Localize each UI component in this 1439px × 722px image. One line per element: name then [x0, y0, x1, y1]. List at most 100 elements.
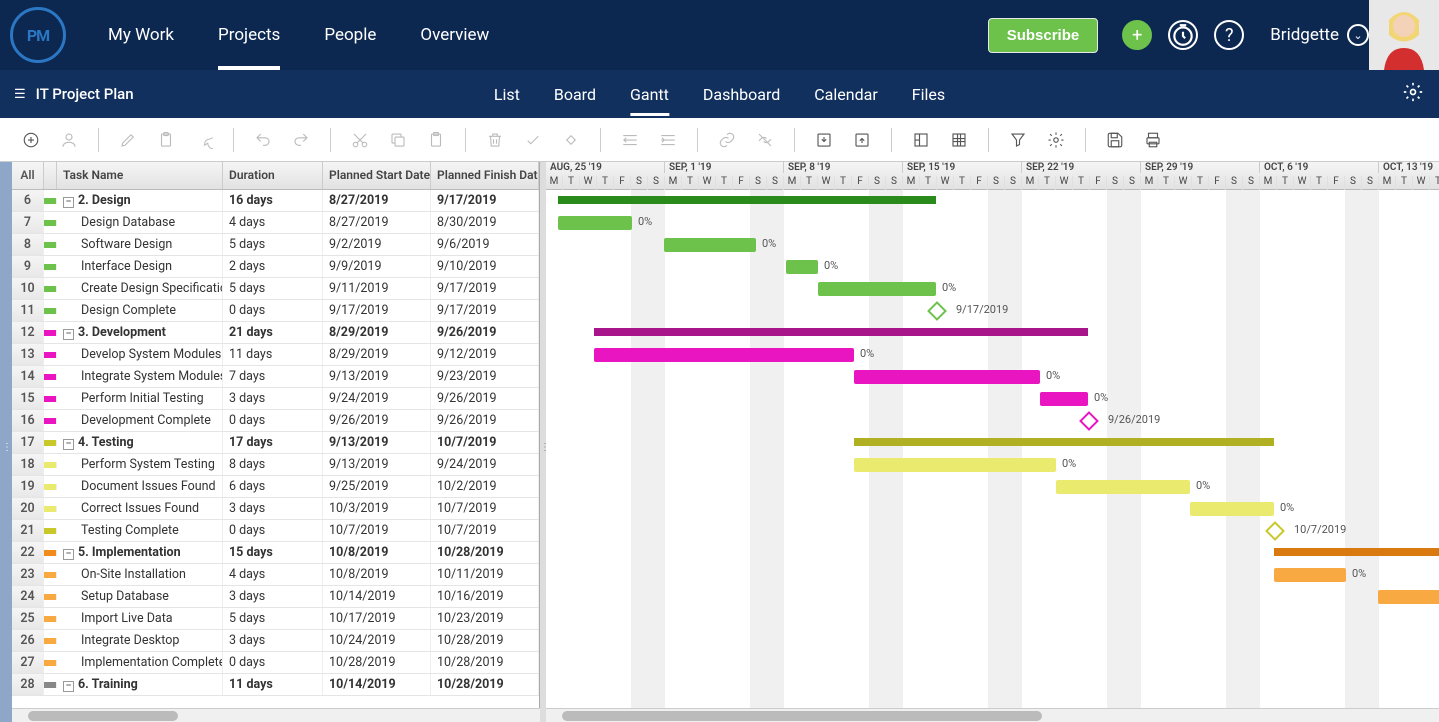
gantt-row[interactable]: 0% — [546, 366, 1439, 388]
redo-icon[interactable] — [288, 127, 314, 153]
print-icon[interactable] — [1140, 127, 1166, 153]
gantt-row[interactable]: 10/7/2019 — [546, 520, 1439, 542]
summary-bar[interactable] — [558, 196, 936, 204]
gantt-row[interactable] — [546, 322, 1439, 344]
gantt-row[interactable]: 9/17/2019 — [546, 300, 1439, 322]
copy-icon[interactable] — [385, 127, 411, 153]
gantt-row[interactable] — [546, 630, 1439, 652]
table-row[interactable]: 26Integrate Desktop3 days10/24/201910/28… — [12, 630, 539, 652]
task-bar[interactable] — [1378, 590, 1439, 604]
collapse-icon[interactable]: – — [63, 197, 74, 208]
gantt-row[interactable]: 0% — [546, 498, 1439, 520]
summary-bar[interactable] — [594, 328, 1088, 336]
settings-icon[interactable] — [1403, 82, 1423, 106]
user-menu[interactable]: Bridgette ⌄ — [1270, 24, 1369, 46]
clipboard-icon[interactable] — [153, 127, 179, 153]
view-gantt[interactable]: Gantt — [630, 73, 669, 116]
table-row[interactable]: 13Develop System Modules11 days8/29/2019… — [12, 344, 539, 366]
gantt-row[interactable] — [546, 652, 1439, 674]
gantt-row[interactable]: 0% — [546, 476, 1439, 498]
col-name[interactable]: Task Name — [57, 162, 223, 189]
table-row[interactable]: 15Perform Initial Testing3 days9/24/2019… — [12, 388, 539, 410]
task-bar[interactable] — [1056, 480, 1190, 494]
task-bar[interactable] — [854, 370, 1040, 384]
task-bar[interactable] — [786, 260, 818, 274]
col-all[interactable]: All — [12, 162, 44, 189]
table-row[interactable]: 22–5. Implementation15 days10/8/201910/2… — [12, 542, 539, 564]
task-bar[interactable] — [1274, 568, 1346, 582]
gantt-body[interactable]: 0%0%0%0%9/17/20190%0%0%9/26/20190%0%0%10… — [546, 190, 1439, 708]
collapse-icon[interactable]: – — [63, 681, 74, 692]
export-icon[interactable] — [849, 127, 875, 153]
gantt-row[interactable]: 0% — [546, 278, 1439, 300]
gear-icon[interactable] — [1043, 127, 1069, 153]
filter-icon[interactable] — [1005, 127, 1031, 153]
milestone-diamond[interactable] — [1265, 521, 1285, 541]
milestone-diamond[interactable] — [1079, 411, 1099, 431]
gantt-row[interactable]: 0% — [546, 234, 1439, 256]
col-start[interactable]: Planned Start Date — [323, 162, 431, 189]
cut-icon[interactable] — [347, 127, 373, 153]
indent-icon[interactable] — [655, 127, 681, 153]
check-icon[interactable] — [520, 127, 546, 153]
task-bar[interactable] — [1190, 502, 1274, 516]
task-bar[interactable] — [664, 238, 756, 252]
table-row[interactable]: 11Design Complete0 days9/17/20199/17/201… — [12, 300, 539, 322]
gantt-row[interactable]: 0% — [546, 344, 1439, 366]
table-row[interactable]: 24Setup Database3 days10/14/201910/16/20… — [12, 586, 539, 608]
gantt-row[interactable] — [546, 190, 1439, 212]
gantt-row[interactable]: 0% — [546, 564, 1439, 586]
columns-icon[interactable] — [908, 127, 934, 153]
gantt-row[interactable]: 0% — [546, 212, 1439, 234]
hamburger-icon[interactable]: ☰ — [14, 87, 26, 102]
edit-icon[interactable] — [115, 127, 141, 153]
gantt-row[interactable]: 0% — [546, 454, 1439, 476]
gantt-row[interactable] — [546, 674, 1439, 696]
view-board[interactable]: Board — [554, 73, 596, 116]
avatar[interactable] — [1369, 0, 1439, 70]
grid-hscroll[interactable] — [12, 708, 540, 722]
view-calendar[interactable]: Calendar — [814, 73, 877, 116]
table-row[interactable]: 19Document Issues Found6 days9/25/201910… — [12, 476, 539, 498]
table-row[interactable]: 10Create Design Specifications5 days9/11… — [12, 278, 539, 300]
gantt-row[interactable]: 0% — [546, 256, 1439, 278]
table-row[interactable]: 14Integrate System Modules7 days9/13/201… — [12, 366, 539, 388]
outdent-icon[interactable] — [617, 127, 643, 153]
help-icon[interactable]: ? — [1214, 20, 1244, 50]
undo-icon[interactable] — [250, 127, 276, 153]
comment-icon[interactable] — [191, 127, 217, 153]
add-task-icon[interactable] — [18, 127, 44, 153]
table-row[interactable]: 7Design Database4 days8/27/20198/30/2019 — [12, 212, 539, 234]
col-duration[interactable]: Duration — [223, 162, 323, 189]
view-files[interactable]: Files — [912, 73, 945, 116]
add-icon[interactable]: + — [1122, 20, 1152, 50]
table-row[interactable]: 17–4. Testing17 days9/13/201910/7/2019 — [12, 432, 539, 454]
nav-people[interactable]: People — [302, 0, 398, 70]
nav-my-work[interactable]: My Work — [86, 0, 196, 70]
view-dashboard[interactable]: Dashboard — [703, 73, 780, 116]
table-row[interactable]: 20Correct Issues Found3 days10/3/201910/… — [12, 498, 539, 520]
task-bar[interactable] — [818, 282, 936, 296]
table-row[interactable]: 12–3. Development21 days8/29/20199/26/20… — [12, 322, 539, 344]
task-bar[interactable] — [558, 216, 632, 230]
subscribe-button[interactable]: Subscribe — [988, 18, 1099, 53]
timer-icon[interactable] — [1168, 20, 1198, 50]
table-row[interactable]: 25Import Live Data5 days10/17/201910/23/… — [12, 608, 539, 630]
table-row[interactable]: 28–6. Training11 days10/14/201910/28/201… — [12, 674, 539, 696]
task-bar[interactable] — [1040, 392, 1088, 406]
table-row[interactable]: 21Testing Complete0 days10/7/201910/7/20… — [12, 520, 539, 542]
task-bar[interactable] — [854, 458, 1056, 472]
unlink-icon[interactable] — [752, 127, 778, 153]
logo[interactable]: PM — [10, 7, 66, 63]
assign-icon[interactable] — [56, 127, 82, 153]
collapse-icon[interactable]: – — [63, 549, 74, 560]
table-row[interactable]: 8Software Design5 days9/2/20199/6/2019 — [12, 234, 539, 256]
milestone-diamond[interactable] — [927, 301, 947, 321]
view-list[interactable]: List — [494, 73, 520, 116]
gantt-row[interactable] — [546, 432, 1439, 454]
gantt-hscroll[interactable] — [546, 708, 1439, 722]
grid-icon[interactable] — [946, 127, 972, 153]
paste-icon[interactable] — [423, 127, 449, 153]
table-row[interactable]: 9Interface Design2 days9/9/20199/10/2019 — [12, 256, 539, 278]
link-icon[interactable] — [714, 127, 740, 153]
